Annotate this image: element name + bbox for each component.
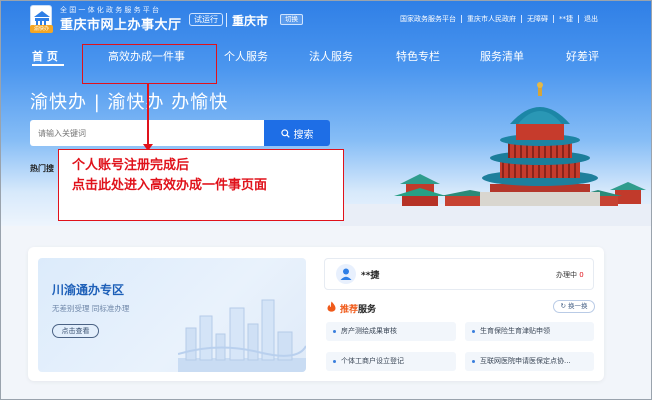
nav-legal-entity-services[interactable]: 法人服务 <box>309 48 353 64</box>
annotation-callout: 个人账号注册完成后 点击此处进入高效办成一件事页面 <box>58 149 344 221</box>
city-skyline-illustration <box>178 299 306 372</box>
link-separator <box>578 15 579 23</box>
flame-icon <box>327 301 336 312</box>
annotation-line-1: 个人账号注册完成后 <box>72 158 190 173</box>
service-item[interactable]: 房产测绘成果审核 <box>326 322 456 341</box>
service-item[interactable]: 生育保险生育津贴申领 <box>465 322 594 341</box>
annotation-line-2: 点击此处进入高效办成一件事页面 <box>72 178 268 193</box>
switch-city-button[interactable]: 切换 <box>280 14 303 25</box>
link-national-platform[interactable]: 国家政务服务平台 <box>400 14 456 24</box>
search-icon <box>280 128 290 138</box>
link-logout[interactable]: 退出 <box>584 14 598 24</box>
user-name: **捷 <box>361 271 380 281</box>
top-links: 国家政务服务平台 重庆市人民政府 无障碍 **捷 退出 <box>400 14 598 24</box>
swap-button[interactable]: ↻ 换一换 <box>553 300 595 313</box>
processing-label: 办理中 <box>556 271 577 279</box>
search-button[interactable]: 搜索 <box>264 120 330 146</box>
nav-feedback[interactable]: 好差评 <box>566 48 599 64</box>
nav-service-list[interactable]: 服务清单 <box>480 48 524 64</box>
header-divider <box>226 13 227 27</box>
recommended-title-highlight: 推荐 <box>340 305 359 315</box>
link-accessibility[interactable]: 无障碍 <box>527 14 548 24</box>
nav-active-indicator <box>32 64 64 66</box>
logo-badge: 渝快办 <box>30 25 53 33</box>
refresh-icon: ↻ <box>560 302 568 310</box>
site-name[interactable]: 重庆市网上办事大厅 <box>60 14 182 33</box>
zone-subtitle: 无差别受理 同标准办理 <box>52 304 130 313</box>
sichuan-chongqing-zone-card[interactable]: 川渝通办专区 无差别受理 同标准办理 点击查看 <box>38 258 306 372</box>
annotation-highlight-box <box>82 44 217 84</box>
avatar[interactable] <box>336 264 356 284</box>
service-item[interactable]: 个体工商户设立登记 <box>326 352 456 371</box>
swap-label: 换一换 <box>568 302 588 310</box>
link-separator <box>461 15 462 23</box>
hot-search-label: 热门搜 <box>30 164 54 173</box>
link-separator <box>553 15 554 23</box>
annotation-arrow-line <box>147 84 149 147</box>
link-user-account[interactable]: **捷 <box>559 14 573 24</box>
user-icon <box>340 268 352 280</box>
current-city: 重庆市 <box>232 14 269 28</box>
link-separator <box>521 15 522 23</box>
slogan: 渝快办 | 渝快办 办愉快 <box>30 92 229 113</box>
zone-title: 川渝通办专区 <box>52 283 125 297</box>
processing-status[interactable]: 办理中 0 <box>556 270 584 280</box>
trial-tag: 试运行 <box>189 13 223 26</box>
recommended-services-title: 推荐服务 <box>340 302 376 315</box>
zone-view-button[interactable]: 点击查看 <box>52 324 99 338</box>
great-hall-illustration <box>340 82 652 226</box>
recommended-title-rest: 服务 <box>358 305 377 315</box>
search-button-label: 搜索 <box>293 129 314 141</box>
service-item[interactable]: 互联网医院申请医保定点协... <box>465 352 594 371</box>
processing-count: 0 <box>579 271 584 279</box>
nav-special-columns[interactable]: 特色专栏 <box>396 48 440 64</box>
link-city-government[interactable]: 重庆市人民政府 <box>467 14 516 24</box>
nav-home[interactable]: 首 页 <box>32 48 58 64</box>
nav-personal-services[interactable]: 个人服务 <box>224 48 268 64</box>
